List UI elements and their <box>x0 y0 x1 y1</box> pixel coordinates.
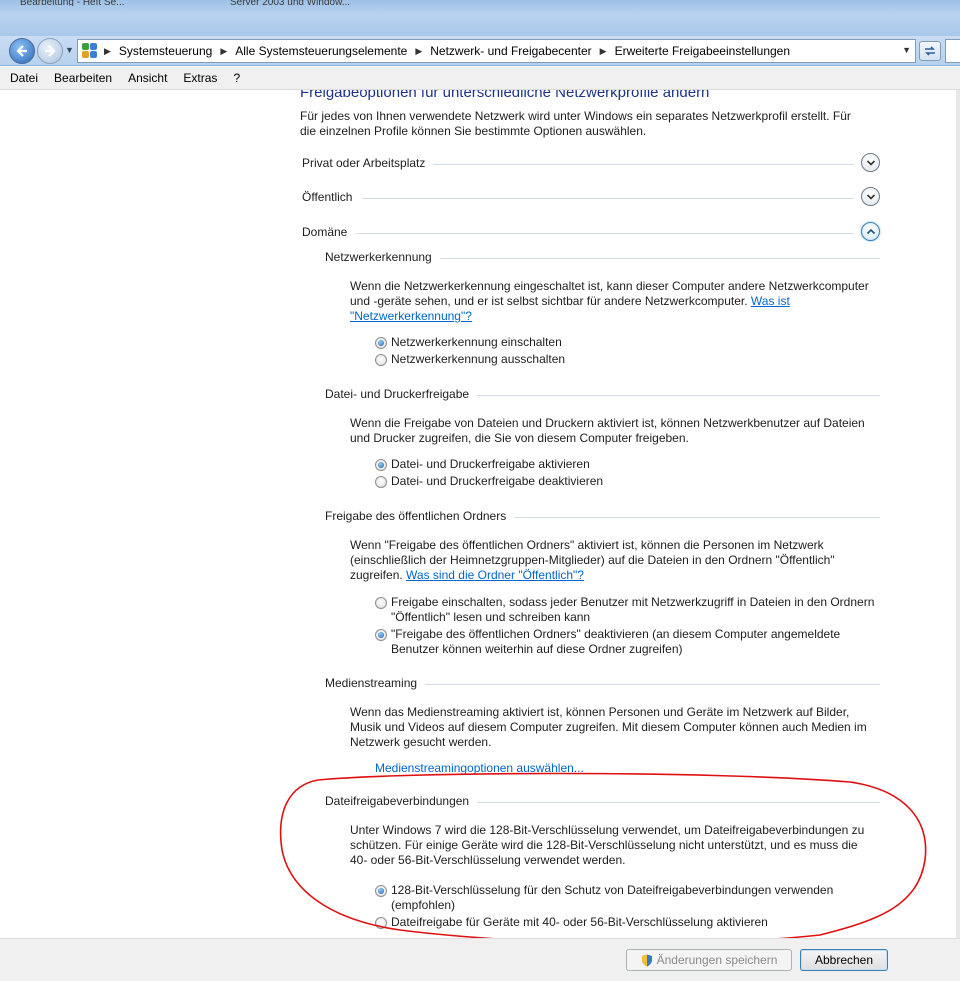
radio-netzwerkerkennung-aus[interactable]: Netzwerkerkennung ausschalten <box>375 352 875 367</box>
expand-button[interactable] <box>861 187 880 206</box>
page-intro: Für jedes von Ihnen verwendete Netzwerk … <box>300 109 851 138</box>
profile-domaene[interactable]: Domäne <box>302 221 880 245</box>
profile-divider <box>356 233 854 234</box>
section-description: Wenn die Freigabe von Dateien und Drucke… <box>350 416 865 445</box>
radio-label: "Freigabe des öffentlichen Ordners" deak… <box>391 627 841 656</box>
section-title: Freigabe des öffentlichen Ordners <box>325 509 515 523</box>
radio-40-56-bit[interactable]: Dateifreigabe für Geräte mit 40- oder 56… <box>375 915 875 930</box>
profile-privat[interactable]: Privat oder Arbeitsplatz <box>302 152 880 176</box>
refresh-button[interactable] <box>919 41 941 61</box>
section-description: Wenn "Freigabe des öffentlichen Ordners"… <box>350 538 870 583</box>
radio-label: Datei- und Druckerfreigabe deaktivieren <box>391 474 604 488</box>
breadcrumb-alle-elemente[interactable]: Alle Systemsteuerungselemente <box>235 44 407 58</box>
arrow-left-icon <box>16 45 27 57</box>
window-titlebar: Bearbeitung - Heft Se... Server 2003 und… <box>0 0 960 36</box>
radio-button[interactable] <box>375 597 387 609</box>
menu-bar: Datei Bearbeiten Ansicht Extras ? <box>0 67 960 90</box>
radio-label: Netzwerkerkennung ausschalten <box>391 352 566 366</box>
radio-label: 128-Bit-Verschlüsselung für den Schutz v… <box>391 883 834 912</box>
radio-button-selected[interactable] <box>375 629 387 641</box>
section-header: Netzwerkerkennung <box>325 250 880 266</box>
radio-oeffentlich-aus[interactable]: "Freigabe des öffentlichen Ordners" deak… <box>375 627 875 657</box>
section-description: Wenn das Medienstreaming aktiviert ist, … <box>350 705 867 749</box>
breadcrumb-freigabeeinstellungen[interactable]: Erweiterte Freigabeeinstellungen <box>615 44 790 58</box>
content-pane: Freigabeoptionen für unterschiedliche Ne… <box>0 90 960 938</box>
section-header: Dateifreigabeverbindungen <box>325 794 880 810</box>
profile-divider <box>422 164 854 165</box>
forward-button[interactable] <box>37 38 63 64</box>
button-label: Änderungen speichern <box>656 953 778 967</box>
menu-help[interactable]: ? <box>233 71 240 85</box>
profile-label: Öffentlich <box>302 190 361 204</box>
menu-ansicht[interactable]: Ansicht <box>128 71 167 85</box>
section-title: Medienstreaming <box>325 676 426 690</box>
breadcrumb-netzwerkcenter[interactable]: Netzwerk- und Freigabecenter <box>430 44 591 58</box>
radio-button[interactable] <box>375 354 387 366</box>
scrollbar[interactable] <box>956 90 960 938</box>
address-toolbar: ▼ ▶ Systemsteuerung ▶ Alle Systemsteueru… <box>0 36 960 66</box>
address-dropdown-icon[interactable]: ▼ <box>902 45 911 55</box>
menu-datei[interactable]: Datei <box>10 71 38 85</box>
breadcrumb-separator-icon[interactable]: ▶ <box>415 46 422 57</box>
radio-button-selected[interactable] <box>375 885 387 897</box>
taskbar-tab-1[interactable]: Bearbeitung - Heft Se... <box>20 0 170 6</box>
page-title: Freigabeoptionen für unterschiedliche Ne… <box>300 90 710 101</box>
breadcrumb-systemsteuerung[interactable]: Systemsteuerung <box>119 44 212 58</box>
section-header: Medienstreaming <box>325 676 880 692</box>
save-changes-button[interactable]: Änderungen speichern <box>626 949 792 971</box>
profile-label: Privat oder Arbeitsplatz <box>302 156 434 170</box>
section-description: Unter Windows 7 wird die 128-Bit-Verschl… <box>350 823 865 867</box>
section-title: Netzwerkerkennung <box>325 250 440 264</box>
radio-oeffentlich-ein[interactable]: Freigabe einschalten, sodass jeder Benut… <box>375 595 875 625</box>
search-input[interactable] <box>945 39 960 63</box>
media-options-link[interactable]: Medienstreamingoptionen auswählen... <box>375 761 584 775</box>
radio-druckerfreigabe-aus[interactable]: Datei- und Druckerfreigabe deaktivieren <box>375 474 875 489</box>
profile-label: Domäne <box>302 225 356 239</box>
radio-label: Netzwerkerkennung einschalten <box>391 335 562 349</box>
radio-netzwerkerkennung-ein[interactable]: Netzwerkerkennung einschalten <box>375 335 875 350</box>
description-text: Wenn die Netzwerkerkennung eingeschaltet… <box>350 279 869 308</box>
chevron-down-icon <box>866 159 875 166</box>
refresh-icon <box>925 46 935 56</box>
help-link-oeffentliche-ordner[interactable]: Was sind die Ordner "Öffentlich"? <box>406 568 584 582</box>
section-title: Datei- und Druckerfreigabe <box>325 387 478 401</box>
control-panel-icon <box>82 43 98 59</box>
section-title: Dateifreigabeverbindungen <box>325 794 478 808</box>
chevron-up-icon <box>866 228 875 234</box>
chevron-down-icon <box>866 193 875 200</box>
section-header: Freigabe des öffentlichen Ordners <box>325 509 880 525</box>
cancel-button[interactable]: Abbrechen <box>800 949 888 971</box>
radio-label: Freigabe einschalten, sodass jeder Benut… <box>391 595 875 624</box>
bottom-bar: Änderungen speichern Abbrechen <box>0 938 960 981</box>
taskbar-tab-2[interactable]: Server 2003 und Window... <box>230 0 360 6</box>
menu-bearbeiten[interactable]: Bearbeiten <box>54 71 112 85</box>
radio-button-selected[interactable] <box>375 337 387 349</box>
history-dropdown-icon[interactable]: ▼ <box>65 45 74 55</box>
breadcrumb-separator-icon[interactable]: ▶ <box>600 46 607 57</box>
breadcrumb-separator-icon[interactable]: ▶ <box>104 46 111 57</box>
uac-shield-icon <box>641 954 652 966</box>
radio-button[interactable] <box>375 917 387 929</box>
radio-button[interactable] <box>375 476 387 488</box>
radio-label: Dateifreigabe für Geräte mit 40- oder 56… <box>391 915 768 929</box>
radio-button-selected[interactable] <box>375 459 387 471</box>
section-header: Datei- und Druckerfreigabe <box>325 387 880 403</box>
radio-label: Datei- und Druckerfreigabe aktivieren <box>391 457 590 471</box>
menu-extras[interactable]: Extras <box>183 71 217 85</box>
breadcrumb-separator-icon[interactable]: ▶ <box>220 46 227 57</box>
expand-button[interactable] <box>861 153 880 172</box>
radio-128-bit[interactable]: 128-Bit-Verschlüsselung für den Schutz v… <box>375 883 875 913</box>
arrow-right-icon <box>45 45 56 57</box>
profile-divider <box>362 198 854 199</box>
address-field[interactable]: ▶ Systemsteuerung ▶ Alle Systemsteuerung… <box>77 39 916 63</box>
radio-druckerfreigabe-ein[interactable]: Datei- und Druckerfreigabe aktivieren <box>375 457 875 472</box>
back-button[interactable] <box>9 38 35 64</box>
collapse-button[interactable] <box>861 222 880 241</box>
profile-oeffentlich[interactable]: Öffentlich <box>302 186 880 210</box>
section-description: Wenn die Netzwerkerkennung eingeschaltet… <box>350 279 870 324</box>
